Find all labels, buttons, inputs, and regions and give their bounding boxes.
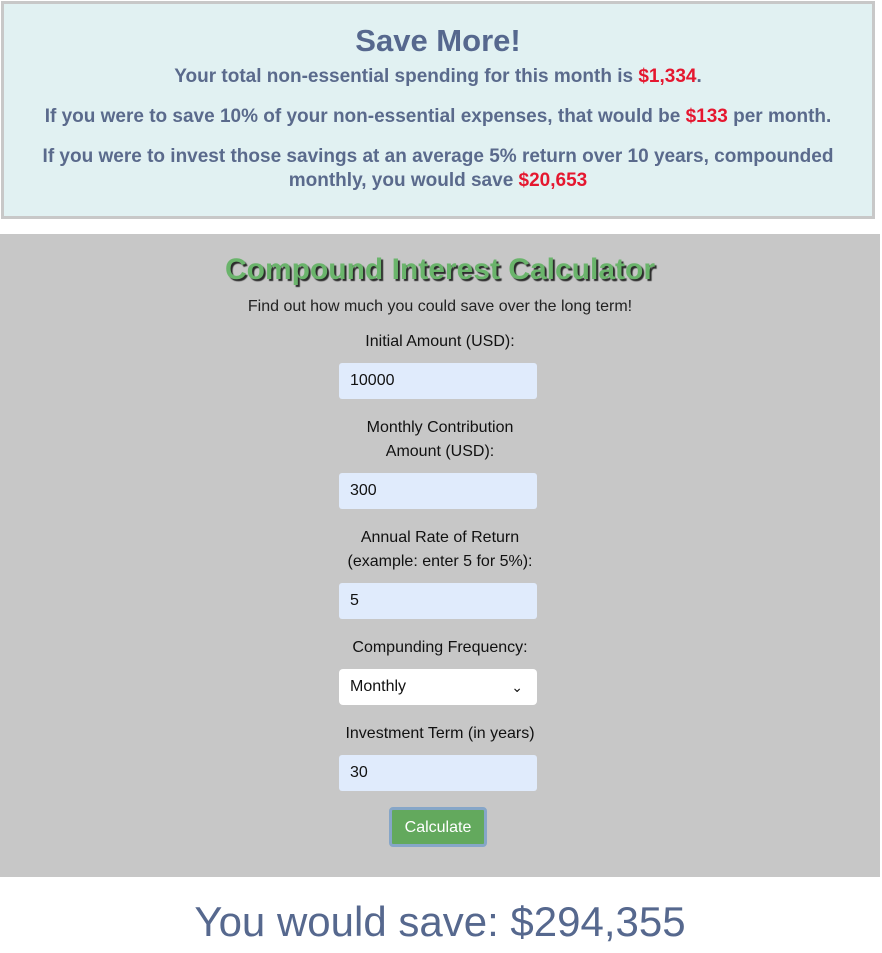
chevron-down-icon: ⌄ — [511, 679, 523, 695]
compound-interest-calculator: Compound Interest Calculator Find out ho… — [0, 234, 880, 877]
savings-amount: $133 — [685, 106, 728, 127]
initial-amount-input[interactable] — [339, 363, 537, 399]
investment-term-label: Investment Term (in years) — [345, 725, 535, 742]
spending-summary: Your total non-essential spending for th… — [174, 66, 702, 87]
calculator-title: Compound Interest Calculator — [224, 253, 656, 286]
calculator-subtitle: Find out how much you could save over th… — [247, 298, 633, 315]
monthly-contribution-input[interactable] — [339, 473, 537, 509]
spending-amount: $1,334 — [638, 66, 697, 87]
investment-amount: $20,653 — [518, 170, 588, 191]
investment-summary: If you were to invest those savings at a… — [42, 146, 834, 191]
save-more-panel: Save More! Your total non-essential spen… — [1, 1, 875, 219]
monthly-contribution-label: Monthly Contribution Amount (USD): — [366, 419, 514, 460]
annual-rate-label: Annual Rate of Return (example: enter 5 … — [347, 529, 533, 570]
investment-term-input[interactable] — [339, 755, 537, 791]
compounding-frequency-select[interactable]: Monthly ⌄ — [339, 669, 537, 705]
save-more-title: Save More! — [355, 23, 521, 58]
calculate-button[interactable]: Calculate — [389, 807, 487, 847]
annual-rate-input[interactable] — [339, 583, 537, 619]
compounding-frequency-label: Compunding Frequency: — [352, 639, 528, 656]
initial-amount-label: Initial Amount (USD): — [365, 333, 515, 350]
result-text: You would save: $294,355 — [194, 898, 686, 945]
savings-summary: If you were to save 10% of your non-esse… — [44, 106, 832, 127]
